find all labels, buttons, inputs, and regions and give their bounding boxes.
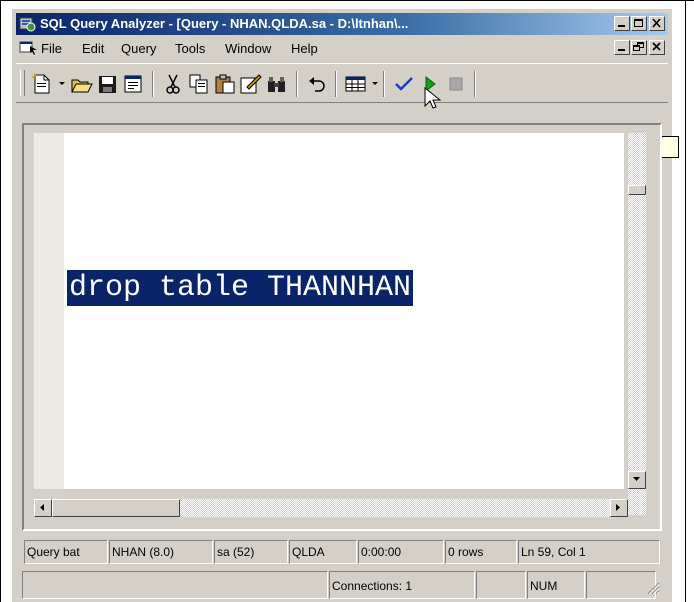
doc-restore-button[interactable]	[631, 40, 647, 55]
editor-gutter	[34, 133, 64, 489]
query-editor-frame: drop table THANNHAN	[22, 123, 662, 531]
minimize-icon	[618, 25, 625, 27]
status-user: sa (52)	[214, 540, 288, 564]
results-grid-button[interactable]	[344, 72, 368, 96]
vertical-scrollbar[interactable]	[628, 133, 646, 515]
selected-code-line[interactable]: drop table THANNHAN	[67, 270, 414, 306]
size-grip-icon[interactable]	[646, 581, 660, 595]
save-icon	[99, 76, 116, 93]
find-button[interactable]	[265, 72, 289, 96]
new-query-dropdown[interactable]	[59, 82, 65, 85]
scroll-left-button[interactable]	[34, 499, 52, 517]
horizontal-scroll-thumb[interactable]	[52, 499, 180, 517]
menu-edit[interactable]: Edit	[82, 41, 104, 56]
status-connections: Connections: 1	[329, 571, 475, 599]
stop-button[interactable]	[444, 72, 468, 96]
query-analyzer-icon[interactable]	[19, 16, 36, 32]
mouse-cursor-icon	[424, 87, 442, 109]
status-num-lock: NUM	[527, 571, 585, 599]
toolbar-separator	[335, 71, 337, 97]
clear-window-icon	[240, 74, 262, 94]
open-icon	[71, 79, 93, 93]
maximize-icon	[634, 19, 643, 27]
paste-button[interactable]	[213, 72, 237, 96]
stop-icon	[449, 77, 463, 91]
cut-icon	[166, 74, 180, 94]
menu-file[interactable]: File	[41, 41, 62, 56]
status-server: NHAN (8.0)	[109, 540, 213, 564]
maximize-button[interactable]	[631, 16, 647, 31]
new-query-button[interactable]	[30, 72, 54, 96]
clear-window-button[interactable]	[239, 72, 263, 96]
parse-button[interactable]	[392, 72, 416, 96]
application-status-bar: Connections: 1 NUM	[12, 571, 664, 599]
scroll-down-button[interactable]	[628, 471, 646, 489]
toolbar-separator	[296, 71, 298, 97]
save-button[interactable]	[96, 72, 120, 96]
copy-icon	[189, 74, 208, 94]
undo-icon	[309, 77, 325, 92]
vertical-scroll-thumb[interactable]	[628, 185, 646, 195]
insert-template-icon	[124, 75, 142, 93]
arrow-left-icon	[40, 504, 44, 511]
query-document-icon[interactable]	[19, 39, 39, 59]
horizontal-scrollbar[interactable]	[34, 499, 628, 517]
status-query-batch: Query bat	[24, 540, 108, 564]
status-database: QLDA	[289, 540, 357, 564]
query-status-bar: Query bat NHAN (8.0) sa (52) QLDA 0:00:0…	[12, 540, 664, 564]
status-row-count: 0 rows	[445, 540, 517, 564]
frame-left-border	[0, 0, 1, 602]
status-elapsed-time: 0:00:00	[358, 540, 444, 564]
arrow-down-icon	[633, 477, 640, 481]
toolbar	[16, 63, 668, 103]
toolbar-grip[interactable]	[20, 70, 25, 96]
insert-template-button[interactable]	[122, 72, 146, 96]
menu-tools[interactable]: Tools	[175, 41, 205, 56]
results-grid-icon	[345, 76, 366, 92]
query-editor[interactable]: drop table THANNHAN	[34, 133, 624, 489]
restore-icon	[633, 42, 644, 51]
menu-query[interactable]: Query	[121, 41, 156, 56]
new-query-icon	[32, 73, 50, 94]
title-bar[interactable]: SQL Query Analyzer - [Query - NHAN.QLDA.…	[16, 13, 668, 35]
toolbar-separator	[383, 71, 385, 97]
frame-top-border	[0, 0, 694, 1]
frame-right-border	[685, 0, 686, 602]
menu-bar: File Edit Query Tools Window Help	[16, 37, 668, 59]
minimize-button[interactable]	[614, 16, 630, 31]
toolbar-separator	[474, 71, 476, 97]
close-icon	[652, 42, 661, 51]
close-button[interactable]	[649, 16, 665, 31]
minimize-icon	[618, 49, 625, 51]
close-icon	[652, 19, 661, 28]
status-cursor-position: Ln 59, Col 1	[518, 540, 660, 564]
doc-close-button[interactable]	[649, 40, 665, 55]
open-button[interactable]	[70, 72, 94, 96]
doc-minimize-button[interactable]	[614, 40, 630, 55]
status-empty-pane	[22, 571, 328, 599]
copy-button[interactable]	[187, 72, 211, 96]
window-title: SQL Query Analyzer - [Query - NHAN.QLDA.…	[40, 16, 409, 31]
menu-help[interactable]: Help	[291, 41, 318, 56]
paste-icon	[215, 74, 235, 94]
undo-button[interactable]	[305, 72, 329, 96]
arrow-right-icon	[616, 504, 620, 511]
parse-icon	[395, 77, 413, 91]
menu-window[interactable]: Window	[225, 41, 271, 56]
results-mode-dropdown[interactable]	[372, 82, 378, 85]
scroll-right-button[interactable]	[610, 499, 628, 517]
cut-button[interactable]	[161, 72, 185, 96]
find-icon	[268, 77, 285, 92]
status-empty-pane-2	[476, 571, 526, 599]
toolbar-separator	[152, 71, 154, 97]
